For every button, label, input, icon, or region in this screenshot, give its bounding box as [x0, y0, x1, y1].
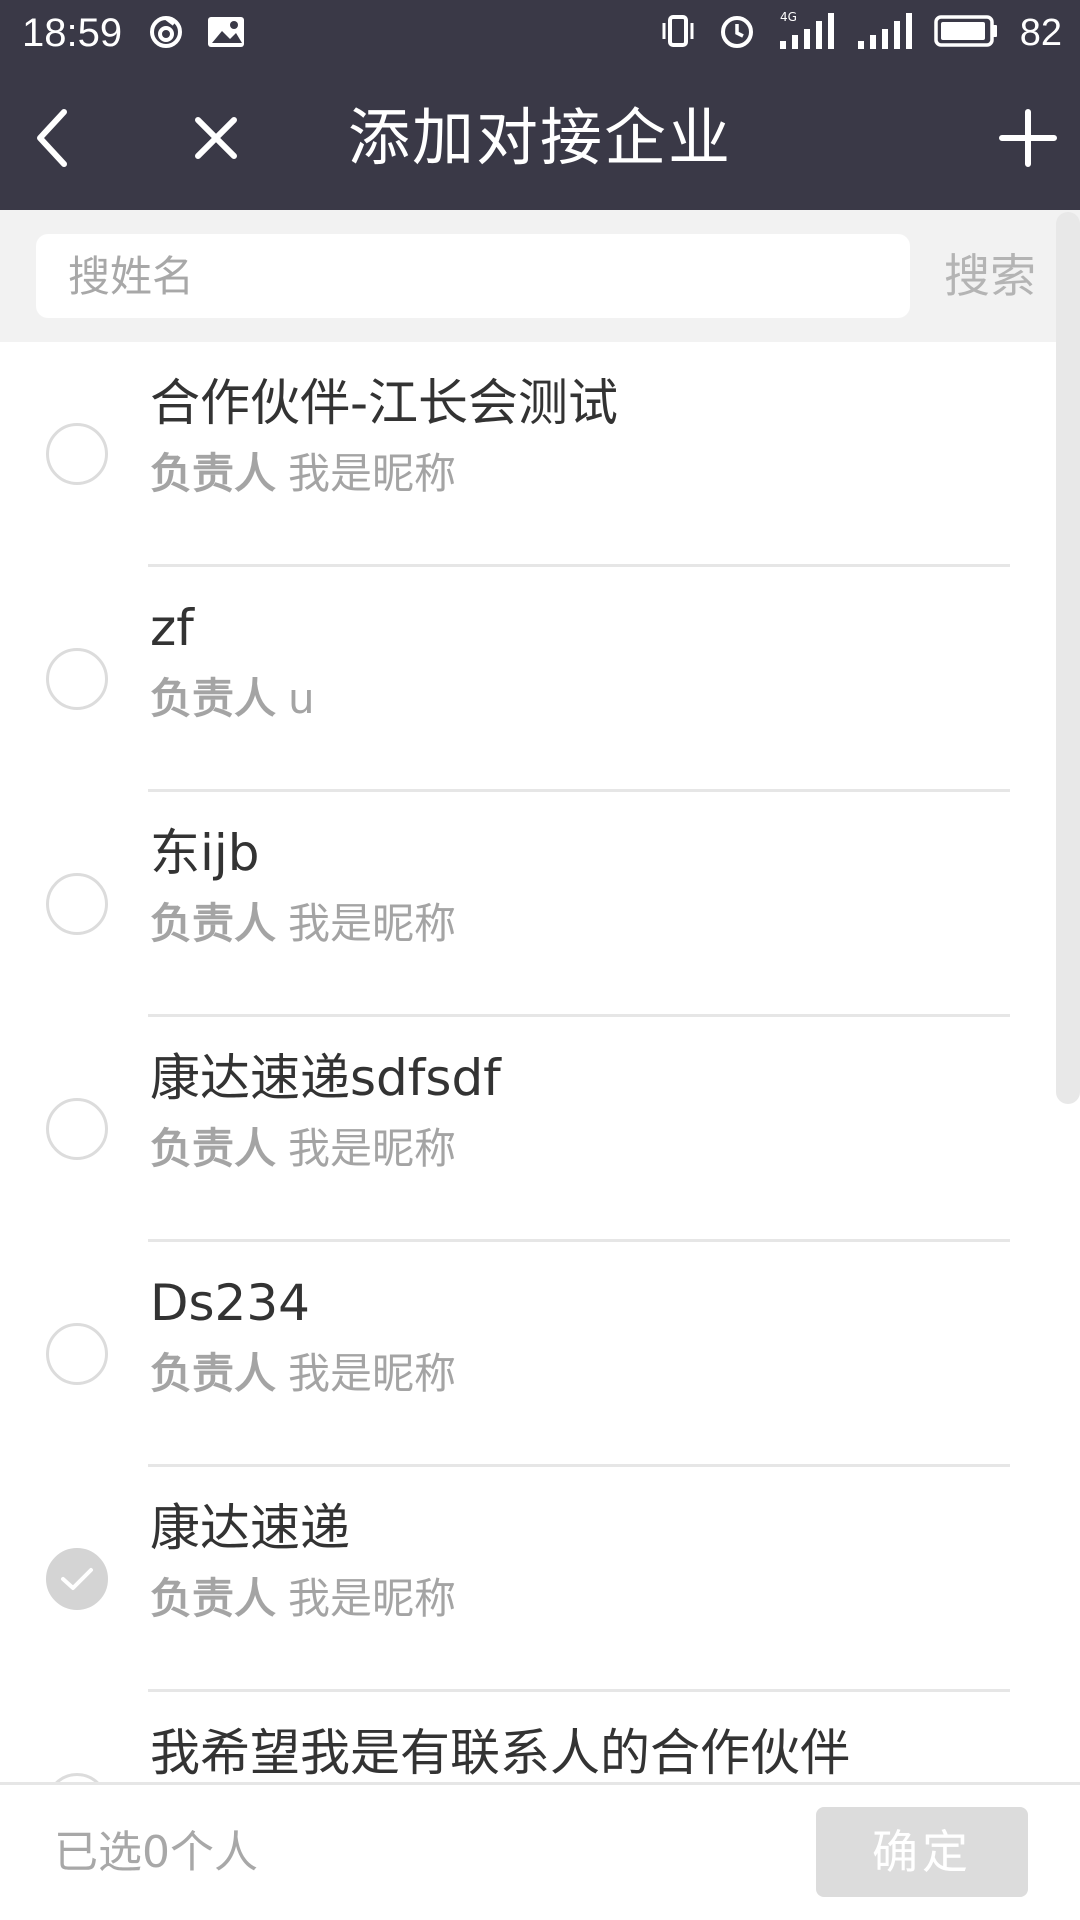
status-left-icons	[148, 14, 246, 54]
sync-icon	[148, 14, 184, 54]
list-item[interactable]: 东ijb 负责人 我是昵称	[0, 792, 1080, 1017]
checkmark-icon	[61, 1568, 93, 1590]
radio-button-checked[interactable]	[46, 1548, 108, 1610]
radio-button[interactable]	[46, 423, 108, 485]
list-item[interactable]: 合作伙伴-江长会测试 负责人 我是昵称	[0, 342, 1080, 567]
company-name: 合作伙伴-江长会测试	[150, 374, 619, 432]
company-name: 康达速递sdfsdf	[150, 1049, 501, 1107]
manager-name: 我是昵称	[288, 1349, 457, 1398]
manager-name: 我是昵称	[288, 1574, 457, 1623]
manager-name: 我是昵称	[288, 899, 457, 948]
status-right: 4G 82	[660, 8, 1062, 58]
list-item[interactable]: Ds234 负责人 我是昵称	[0, 1242, 1080, 1467]
add-button[interactable]	[982, 92, 1074, 184]
battery-percent: 82	[1019, 12, 1062, 54]
status-time: 18:59	[22, 11, 123, 55]
manager-line: 负责人 我是昵称	[150, 1573, 456, 1625]
list-item[interactable]: 我希望我是有联系人的合作伙伴	[0, 1692, 1080, 1782]
company-name: 康达速递	[150, 1499, 350, 1557]
battery-icon	[933, 14, 998, 52]
signal-4g-icon: 4G	[778, 10, 834, 55]
vibrate-icon	[660, 13, 696, 53]
manager-label: 负责人	[150, 449, 277, 498]
manager-line: 负责人 我是昵称	[150, 1348, 456, 1400]
confirm-button[interactable]: 确定	[816, 1807, 1028, 1897]
manager-name: u	[288, 674, 315, 723]
scrollbar[interactable]	[1056, 212, 1080, 1104]
manager-label: 负责人	[150, 899, 277, 948]
company-name: Ds234	[150, 1274, 310, 1332]
radio-button[interactable]	[46, 1323, 108, 1385]
signal-icon	[856, 11, 912, 55]
manager-name: 我是昵称	[288, 1124, 457, 1173]
company-name: 我希望我是有联系人的合作伙伴	[150, 1724, 850, 1782]
svg-text:4G: 4G	[780, 11, 797, 24]
radio-button[interactable]	[46, 1098, 108, 1160]
search-area: 搜索	[0, 210, 1080, 342]
company-name: zf	[150, 599, 194, 657]
search-box	[36, 233, 910, 319]
list-item[interactable]: 康达速递sdfsdf 负责人 我是昵称	[0, 1017, 1080, 1242]
title-bar: 添加对接企业	[0, 66, 1080, 210]
company-name: 东ijb	[150, 824, 260, 882]
manager-label: 负责人	[150, 1574, 277, 1623]
alarm-icon	[718, 12, 756, 54]
manager-label: 负责人	[150, 1349, 277, 1398]
bottom-bar: 已选0个人 确定	[0, 1782, 1080, 1920]
search-button[interactable]: 搜索	[944, 246, 1036, 306]
list-item[interactable]: 康达速递 负责人 我是昵称	[0, 1467, 1080, 1692]
radio-button[interactable]	[46, 648, 108, 710]
list-item[interactable]: zf 负责人 u	[0, 567, 1080, 792]
selected-count: 已选0个人	[54, 1827, 258, 1878]
plus-icon	[999, 109, 1057, 167]
manager-label: 负责人	[150, 1124, 277, 1173]
manager-line: 负责人 我是昵称	[150, 1123, 456, 1175]
status-bar: 18:59 4G 82	[0, 0, 1080, 66]
manager-line: 负责人 u	[150, 673, 315, 725]
image-icon	[206, 15, 246, 53]
radio-button[interactable]	[46, 1773, 108, 1782]
manager-line: 负责人 我是昵称	[150, 448, 456, 500]
manager-line: 负责人 我是昵称	[150, 898, 456, 950]
radio-button[interactable]	[46, 873, 108, 935]
manager-label: 负责人	[150, 674, 277, 723]
page-title: 添加对接企业	[347, 101, 732, 174]
company-list: 合作伙伴-江长会测试 负责人 我是昵称 zf 负责人 u 东ijb 负责人 我是昵称 …	[0, 342, 1080, 1782]
search-input[interactable]	[66, 233, 910, 319]
manager-name: 我是昵称	[288, 449, 457, 498]
